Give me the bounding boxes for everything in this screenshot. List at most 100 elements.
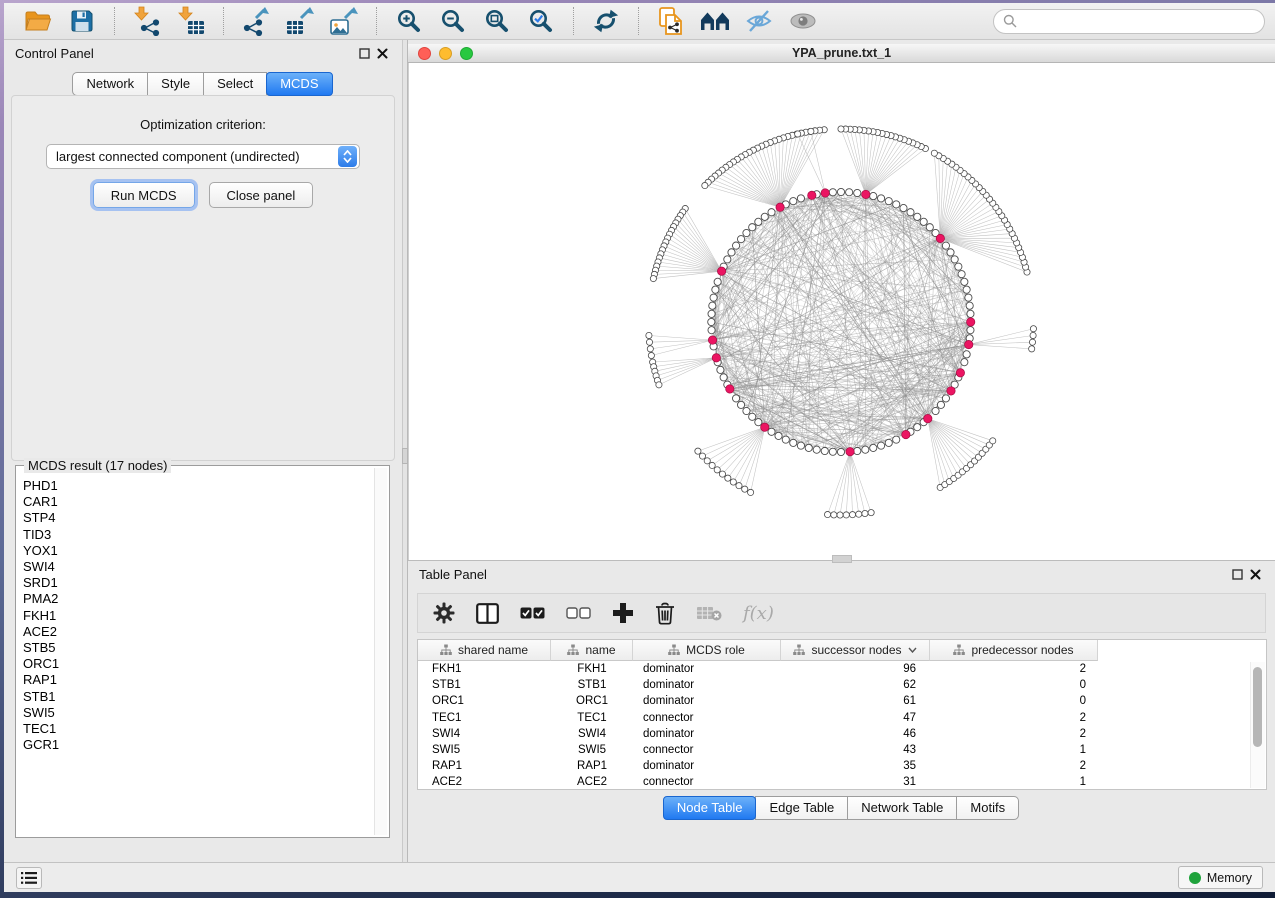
graph-leaf-node[interactable] [709,462,715,468]
table-row[interactable]: ORC1ORC1dominator610 [418,693,1266,709]
column-header-predecessor-nodes[interactable]: predecessor nodes [930,640,1098,661]
graph-node[interactable] [837,188,844,195]
tab-node-table[interactable]: Node Table [663,796,757,820]
criterion-select[interactable]: largest connected component (undirected) [46,144,360,169]
graph-node[interactable] [951,256,958,263]
float-panel-icon[interactable] [1228,566,1246,582]
graph-node[interactable] [712,286,719,293]
graph-leaf-node[interactable] [808,128,814,134]
graph-node[interactable] [932,407,939,414]
graph-node[interactable] [743,229,750,236]
close-panel-icon[interactable] [1246,566,1264,582]
graph-node[interactable] [914,424,921,431]
graph-leaf-node[interactable] [795,131,801,137]
graph-leaf-node[interactable] [990,438,996,444]
graph-leaf-node[interactable] [647,346,653,352]
network-canvas[interactable] [408,63,1275,560]
export-image-icon[interactable] [327,5,361,37]
graph-leaf-node[interactable] [1030,332,1036,338]
graph-leaf-node[interactable] [736,483,742,489]
graph-node[interactable] [755,218,762,225]
graph-hub-node[interactable] [846,447,854,455]
graph-node[interactable] [708,310,715,317]
graph-leaf-node[interactable] [656,382,662,388]
graph-node[interactable] [714,278,721,285]
graph-node[interactable] [797,195,804,202]
graph-node[interactable] [837,448,844,455]
close-traffic-light[interactable] [418,47,431,60]
tab-select[interactable]: Select [203,72,267,96]
mcds-result-item[interactable]: TID3 [23,527,373,543]
graph-leaf-node[interactable] [849,512,855,518]
mcds-result-item[interactable]: SRD1 [23,575,373,591]
graph-node[interactable] [737,401,744,408]
close-panel-icon[interactable] [373,45,391,61]
graph-node[interactable] [965,294,972,301]
graph-leaf-node[interactable] [824,511,830,517]
table-row[interactable]: TEC1TEC1connector472 [418,710,1266,726]
import-table-icon[interactable] [174,5,208,37]
delete-column-icon[interactable] [655,602,675,625]
export-network-icon[interactable] [239,5,273,37]
graph-hub-node[interactable] [924,414,932,422]
mcds-result-item[interactable]: GCR1 [23,737,373,753]
open-session-icon[interactable] [21,5,55,37]
mcds-result-item[interactable]: YOX1 [23,543,373,559]
graph-leaf-node[interactable] [831,512,837,518]
tab-network-table[interactable]: Network Table [847,796,957,820]
graph-leaf-node[interactable] [704,458,710,464]
graph-node[interactable] [958,271,965,278]
graph-node[interactable] [737,236,744,243]
search-input[interactable] [1023,14,1255,28]
graph-leaf-node[interactable] [702,182,708,188]
graph-node[interactable] [782,436,789,443]
graph-node[interactable] [937,401,944,408]
graph-hub-node[interactable] [947,387,955,395]
graph-node[interactable] [967,327,974,334]
graph-node[interactable] [914,213,921,220]
zoom-selected-icon[interactable] [524,5,558,37]
select-all-icon[interactable] [520,606,545,620]
graph-node[interactable] [709,302,716,309]
search-box[interactable] [993,9,1265,34]
graph-node[interactable] [724,256,731,263]
graph-hub-node[interactable] [936,234,944,242]
graph-node[interactable] [877,195,884,202]
graph-leaf-node[interactable] [748,489,754,495]
task-history-button[interactable] [16,867,42,889]
graph-leaf-node[interactable] [838,126,844,132]
graph-leaf-node[interactable] [648,352,654,358]
graph-hub-node[interactable] [712,354,720,362]
graph-leaf-node[interactable] [1030,326,1036,332]
table-scrollbar-thumb[interactable] [1253,667,1262,747]
mcds-result-item[interactable]: TEC1 [23,721,373,737]
graph-node[interactable] [732,395,739,402]
graph-node[interactable] [797,442,804,449]
tab-mcds[interactable]: MCDS [266,72,332,96]
graph-node[interactable] [942,395,949,402]
mcds-result-item[interactable]: FKH1 [23,608,373,624]
graph-node[interactable] [942,242,949,249]
graph-node[interactable] [893,201,900,208]
graph-leaf-node[interactable] [837,512,843,518]
create-column-icon[interactable] [612,602,634,624]
column-header-shared-name[interactable]: shared name [418,640,551,661]
graph-hub-node[interactable] [956,369,964,377]
memory-button[interactable]: Memory [1178,866,1263,889]
graph-node[interactable] [907,209,914,216]
graph-leaf-node[interactable] [742,486,748,492]
clone-network-icon[interactable] [654,5,688,37]
graph-leaf-node[interactable] [862,510,868,516]
table-scrollbar[interactable] [1250,662,1265,788]
graph-node[interactable] [829,189,836,196]
save-session-icon[interactable] [65,5,99,37]
graph-node[interactable] [821,447,828,454]
graph-leaf-node[interactable] [931,150,937,156]
graph-node[interactable] [720,374,727,381]
graph-node[interactable] [854,447,861,454]
zoom-in-icon[interactable] [392,5,426,37]
tab-network[interactable]: Network [72,72,148,96]
graph-leaf-node[interactable] [714,467,720,473]
mcds-result-item[interactable]: SWI5 [23,705,373,721]
mcds-result-item[interactable]: SWI4 [23,559,373,575]
